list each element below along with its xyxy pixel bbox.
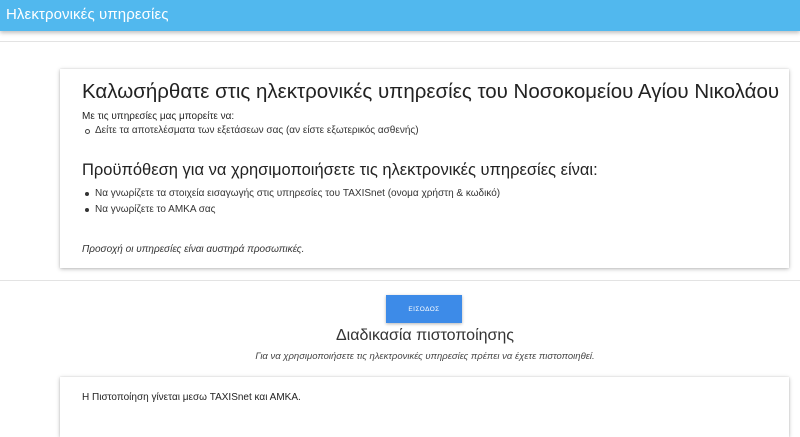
welcome-heading: Καλωσήρθατε στις ηλεκτρονικές υπηρεσίες …	[82, 80, 780, 103]
services-intro: Με τις υπηρεσίες μας μπορείτε να:	[82, 111, 235, 122]
divider	[0, 41, 800, 42]
auth-card-text: Η Πιστοποίηση γίνεται μεσω TAXISnet και …	[82, 392, 301, 403]
app-title: Ηλεκτρονικές υπηρεσίες	[6, 6, 169, 23]
login-button[interactable]: ΕΙΣΟΔΟΣ	[386, 295, 462, 323]
auth-card: Η Πιστοποίηση γίνεται μεσω TAXISnet και …	[60, 377, 789, 437]
divider	[0, 280, 800, 281]
privacy-note: Προσοχή οι υπηρεσίες είναι αυστηρά προσω…	[82, 244, 305, 255]
auth-section-title: Διαδικασία πιστοποίησης	[335, 327, 514, 344]
auth-section-subtitle: Για να χρησιμοποιήσετε τις ηλεκτρονικές …	[255, 351, 595, 362]
prerequisite-item: Να γνωρίζετε το ΑΜΚΑ σας	[85, 204, 216, 215]
prerequisite-item: Να γνωρίζετε τα στοιχεία εισαγωγής στις …	[84, 188, 501, 199]
top-app-bar: Ηλεκτρονικές υπηρεσίες	[0, 0, 800, 31]
welcome-card: Καλωσήρθατε στις ηλεκτρονικές υπηρεσίες …	[60, 69, 789, 268]
prerequisites-heading: Προϋπόθεση για να χρησιμοποιήσετε τις ηλ…	[82, 161, 598, 179]
service-item: Δείτε τα αποτελέσματα των εξετάσεων σας …	[85, 125, 419, 136]
